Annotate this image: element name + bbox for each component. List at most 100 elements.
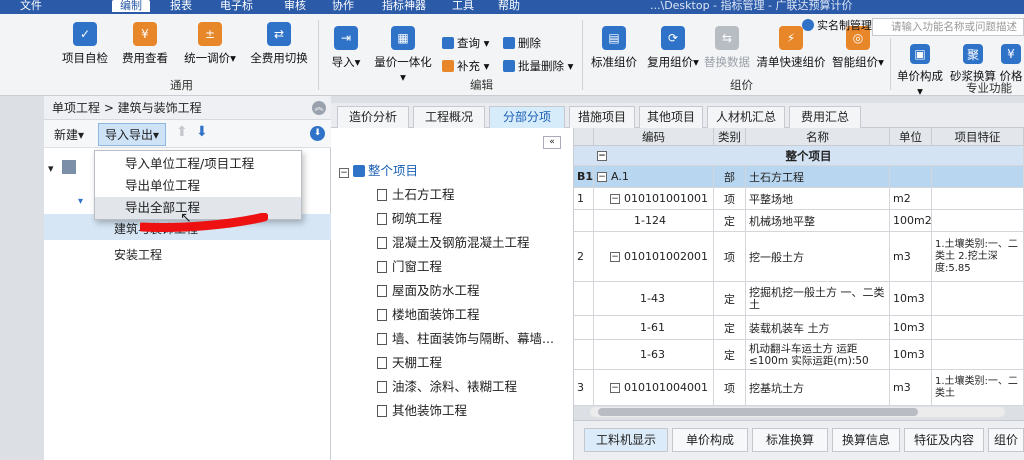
collapse-icon[interactable]: −: [597, 171, 607, 182]
table-row[interactable]: B1 − A.1 部 土石方工程: [574, 166, 1024, 188]
search-input[interactable]: 请输入功能名称或问题描述: [872, 18, 1024, 36]
mortar-icon: 聚: [963, 44, 983, 64]
move-down-icon[interactable]: ⬇: [196, 124, 208, 140]
tree-expand-icon[interactable]: ▾: [48, 162, 54, 175]
table-row[interactable]: 1 −010101001001 项 平整场地 m2: [574, 188, 1024, 210]
collapse-panel-icon[interactable]: «: [543, 136, 561, 149]
menu-tools[interactable]: 工具: [452, 0, 474, 12]
menu-item-import-unit[interactable]: 导入单位工程/项目工程: [95, 153, 301, 175]
document-icon: [377, 381, 387, 393]
project-check-button[interactable]: ✓ 项目自检: [58, 22, 112, 66]
tree-expand-icon[interactable]: ▾: [78, 196, 83, 207]
supplement-button[interactable]: 补充 ▾: [442, 58, 489, 74]
menu-index[interactable]: 指标神器: [382, 0, 426, 12]
replace-data-button[interactable]: ⇆ 替换数据: [704, 26, 750, 70]
scrollbar-thumb[interactable]: [598, 408, 918, 416]
tree-item[interactable]: 墙、柱面装饰与隔断、幕墙...: [377, 328, 554, 347]
tab-material-summary[interactable]: 人材机汇总: [707, 106, 785, 128]
quota-price-button[interactable]: ▦ 量价一体化▾: [372, 26, 434, 84]
unified-price-button[interactable]: ± 统一调价▾: [178, 22, 242, 66]
tab-price-method[interactable]: 组价方: [988, 428, 1024, 452]
left-toolbar: 新建▾ 导入导出▾ ⬆ ⬇ ⬇: [44, 120, 331, 148]
tab-overview[interactable]: 工程概况: [413, 106, 485, 128]
fee-view-button[interactable]: ¥ 费用查看: [117, 22, 173, 66]
menu-ebid[interactable]: 电子标: [220, 0, 253, 12]
tree-item[interactable]: 门窗工程: [377, 256, 442, 275]
tab-unit-price[interactable]: 单价构成: [672, 428, 748, 452]
table-row[interactable]: 2 −010101002001 项 挖一般土方 m3 1.土壤类别:一、二类土 …: [574, 232, 1024, 282]
tab-other-items[interactable]: 其他项目: [639, 106, 703, 128]
tab-division-items[interactable]: 分部分项: [489, 106, 565, 128]
adjust-icon: ±: [198, 22, 222, 46]
table-row[interactable]: 1-63 定 机动翻斗车运土方 运距≤100m 实际运距(m):50 10m3: [574, 340, 1024, 370]
collapse-icon[interactable]: −: [610, 382, 620, 393]
tree-root[interactable]: − 整个项目: [339, 160, 418, 179]
tab-material-display[interactable]: 工料机显示: [584, 428, 668, 452]
collapse-icon[interactable]: −: [597, 150, 607, 161]
tab-convert-info[interactable]: 换算信息: [832, 428, 900, 452]
header-type: 类别: [714, 128, 746, 146]
import-button[interactable]: ⇥ 导入▾: [328, 26, 364, 70]
menu-report[interactable]: 报表: [170, 0, 192, 12]
tab-cost-analysis[interactable]: 造价分析: [337, 106, 409, 128]
menu-review[interactable]: 审核: [284, 0, 306, 12]
collapse-icon[interactable]: ︽: [312, 101, 326, 115]
menu-file[interactable]: 文件: [20, 0, 42, 12]
menu-help[interactable]: 帮助: [498, 0, 520, 12]
menu-item-export-unit[interactable]: 导出单位工程: [95, 175, 301, 197]
mortar-convert-button[interactable]: 聚 砂浆换算: [950, 44, 996, 84]
collapse-icon[interactable]: −: [610, 251, 620, 262]
move-up-icon[interactable]: ⬆: [176, 124, 188, 140]
header-unit: 单位: [890, 128, 932, 146]
standard-price-button[interactable]: ▤ 标准组价: [588, 26, 640, 70]
tree-item[interactable]: 屋面及防水工程: [377, 280, 480, 299]
table-row[interactable]: 3 −010101004001 项 挖基坑土方 m3 1.土壤类别:一、二类土: [574, 370, 1024, 406]
new-button[interactable]: 新建▾: [54, 126, 84, 143]
tab-standard-convert[interactable]: 标准换算: [752, 428, 828, 452]
unit-price-button[interactable]: ▣ 单价构成▾: [896, 44, 944, 98]
document-icon: [377, 405, 387, 417]
table-row[interactable]: 1-124 定 机械场地平整 100m2: [574, 210, 1024, 232]
collapse-icon[interactable]: −: [610, 193, 620, 204]
tab-fee-summary[interactable]: 费用汇总: [789, 106, 861, 128]
menu-collab[interactable]: 协作: [332, 0, 354, 12]
ribbon: ✓ 项目自检 ¥ 费用查看 ± 统一调价▾ ⇄ 全费用切换 通用 ⇥ 导入▾ ▦…: [0, 14, 1024, 98]
document-icon: [377, 285, 387, 297]
tree-item[interactable]: 油漆、涂料、裱糊工程: [377, 376, 517, 395]
tree-item[interactable]: 天棚工程: [377, 352, 442, 371]
header-feature: 项目特征: [932, 128, 1024, 146]
document-icon: [377, 237, 387, 249]
division-tree-panel: « − 整个项目 土石方工程 砌筑工程 混凝土及钢筋混凝土工程 门窗工程 屋面及防…: [331, 128, 574, 460]
download-icon[interactable]: ⬇: [310, 126, 325, 141]
header-code: 编码: [594, 128, 714, 146]
menu-edit[interactable]: 编制: [112, 0, 150, 12]
tree-item[interactable]: 砌筑工程: [377, 208, 442, 227]
quick-icon: ⚡: [779, 26, 803, 50]
tree-item[interactable]: 土石方工程: [377, 184, 455, 203]
document-icon: [377, 357, 387, 369]
tree-item-install[interactable]: 安装工程: [114, 246, 162, 263]
tab-measures[interactable]: 措施项目: [569, 106, 635, 128]
horizontal-scrollbar[interactable]: [590, 407, 1005, 417]
delete-button[interactable]: 删除: [503, 35, 541, 51]
tab-bar: 造价分析 工程概况 分部分项 措施项目 其他项目 人材机汇总 费用汇总: [331, 103, 1024, 128]
query-button[interactable]: 查询 ▾: [442, 35, 489, 51]
tree-item[interactable]: 其他装饰工程: [377, 400, 467, 419]
batch-delete-icon: [503, 60, 515, 72]
folder-icon: [353, 165, 365, 177]
batch-delete-button[interactable]: 批量删除 ▾: [503, 58, 573, 74]
import-export-button[interactable]: 导入导出▾: [98, 123, 167, 146]
table-row[interactable]: 1-61 定 装载机装车 土方 10m3: [574, 316, 1024, 340]
reuse-price-button[interactable]: ⟳ 复用组价▾: [645, 26, 701, 70]
quota-icon: ▦: [391, 26, 415, 50]
full-fee-switch-button[interactable]: ⇄ 全费用切换: [246, 22, 312, 66]
price-button[interactable]: ¥ 价格: [998, 44, 1024, 84]
collapse-icon[interactable]: −: [339, 168, 349, 178]
tree-item[interactable]: 混凝土及钢筋混凝土工程: [377, 232, 530, 251]
table-row-whole[interactable]: − 整个项目: [574, 146, 1024, 166]
header-index: [574, 128, 594, 146]
table-row[interactable]: 1-43 定 挖掘机挖一般土方 一、二类土 10m3: [574, 282, 1024, 316]
tree-item[interactable]: 楼地面装饰工程: [377, 304, 480, 323]
realname-button[interactable]: 实名制管理: [802, 17, 872, 33]
tab-feature-content[interactable]: 特征及内容: [904, 428, 984, 452]
